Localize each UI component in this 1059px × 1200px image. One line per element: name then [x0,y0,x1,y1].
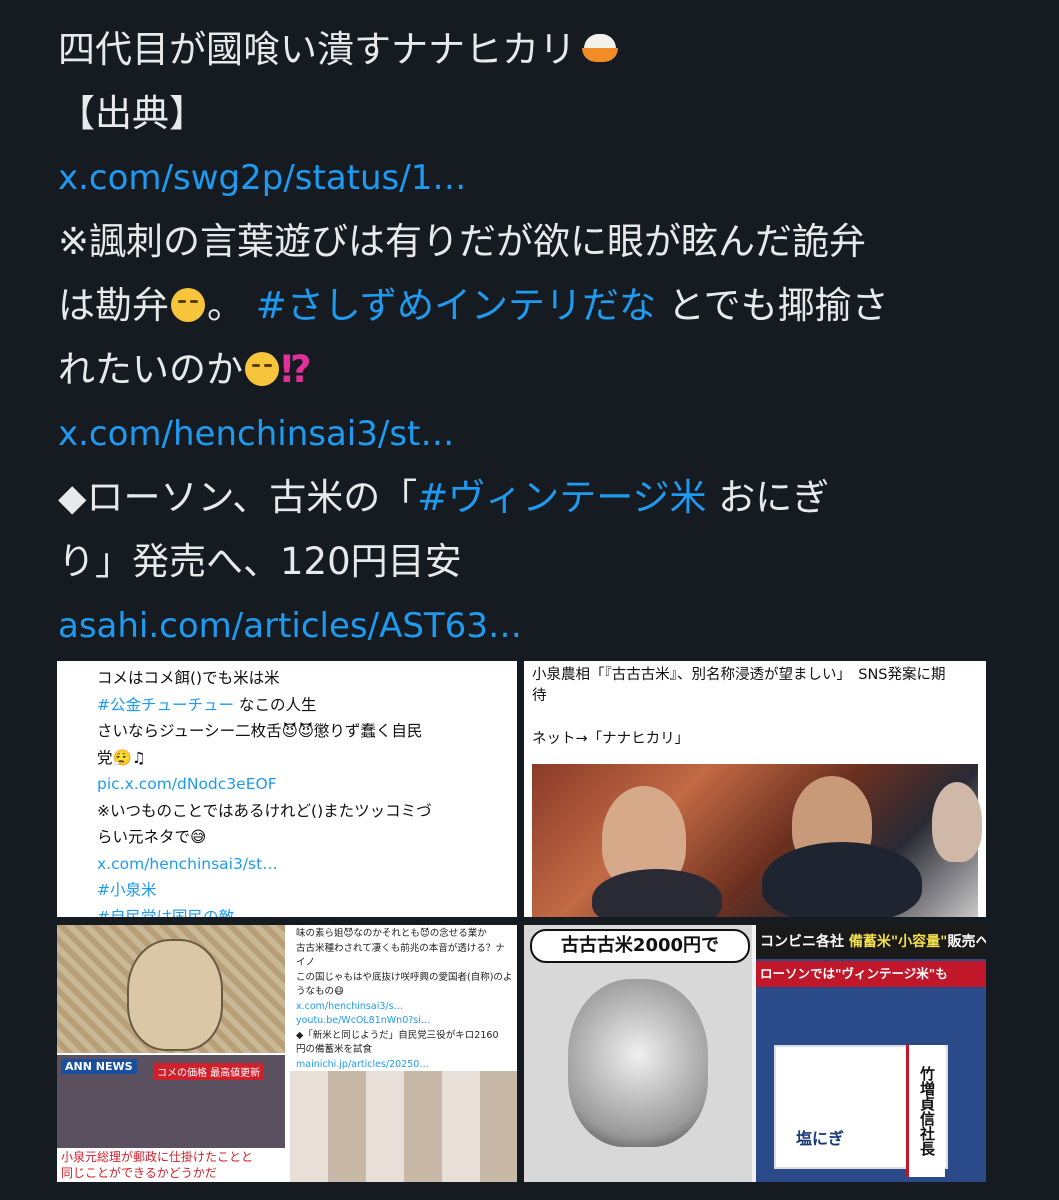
source-link-1[interactable]: x.com/swg2p/status/1… [58,146,1018,210]
face-exhaling-icon [171,287,205,322]
image-3-news: ANN NEWS コメの価格 最高値更新 小泉元総理が郵政に仕掛けたことと 同じ… [57,1055,285,1182]
paragraph-2-line-1: ◆ローソン、古米の「#ヴィンテージ米 おにぎ [58,476,830,519]
media-image-4[interactable]: 古古古米2000円で コンビニ各社 備蓄米"小容量"販売へ ローソンでは"ヴィン… [524,925,986,1182]
image-1-line: #公金チューチュー なこの人生 [97,695,317,714]
image-1-line: コメはコメ餌()でも米は米 [97,669,280,687]
hashtag-sashizume[interactable]: #さしずめインテリだな [256,284,656,327]
paragraph-2-line-2: り」発売へ、120円目安 [58,540,462,583]
hashtag-vintage-rice[interactable]: #ヴィンテージ米 [417,476,706,519]
image-1-line: pic.x.com/dNodc3eEOF [97,775,277,793]
image-2-photo [532,764,982,917]
thinking-face-icon [245,351,279,386]
image-4-manga: 古古古米2000円で [524,925,752,1182]
image-3-art [57,925,285,1053]
image-1-line: らい元ネタで😅 [97,828,207,846]
image-1-line: x.com/henchinsai3/st… [97,854,278,873]
tweet-title: 四代目が國喰い潰すナナヒカリ [58,28,576,71]
tweet-text: 四代目が國喰い潰すナナヒカリ 【出典】 x.com/swg2p/status/1… [58,18,1018,658]
image-1-line: 党😮‍💨♫ [97,748,146,767]
image-1-line: さいならジューシー二枚舌😈😈懲りず蠢く自民 [97,722,423,740]
paragraph-1-line-1: ※諷刺の言葉遊びは有りだが欲に眼が眩んだ詭弁 [58,220,867,263]
media-image-2[interactable]: 小泉農相「『古古古米』、別名称浸透が望ましい」 SNS発案に期 待 ネット→「ナ… [524,661,986,917]
source-label: 【出典】 [58,92,206,135]
image-1-text-screenshot: コメはコメ餌()でも米は米 #公金チューチュー なこの人生 さいならジューシー二… [97,665,432,917]
image-1-line: ※いつものことではあるけれど()またツッコミづ [97,801,432,820]
rice-bowl-icon [580,32,620,66]
source-link-3[interactable]: asahi.com/articles/AST63… [58,594,1018,658]
image-1-line: #自民党は国民の敵 [97,907,234,918]
paragraph-1-line-2: は勘弁。 #さしずめインテリだな とでも揶揄さ [58,284,889,327]
image-2-caption: 小泉農相「『古古古米』、別名称浸透が望ましい」 SNS発案に期 待 ネット→「ナ… [532,667,946,747]
media-image-1[interactable]: コメはコメ餌()でも米は米 #公金チューチュー なこの人生 さいならジューシー二… [57,661,517,917]
tweet-title-line: 四代目が國喰い潰すナナヒカリ [58,18,1018,82]
image-4-tv: コンビニ各社 備蓄米"小容量"販売へ ローソンでは"ヴィンテージ米"も 塩にぎ … [756,925,986,1182]
source-link-2[interactable]: x.com/henchinsai3/st… [58,402,1018,466]
image-1-line: #小泉米 [97,881,157,899]
image-3-collage [290,1071,517,1182]
media-grid: コメはコメ餌()でも米は米 #公金チューチュー なこの人生 さいならジューシー二… [57,661,986,1182]
interrobang-icon: ⁉ [281,348,312,391]
paragraph-1-line-3: れたいのか ⁉ [58,348,312,391]
media-image-3[interactable]: ANN NEWS コメの価格 最高値更新 小泉元総理が郵政に仕掛けたことと 同じ… [57,925,517,1182]
